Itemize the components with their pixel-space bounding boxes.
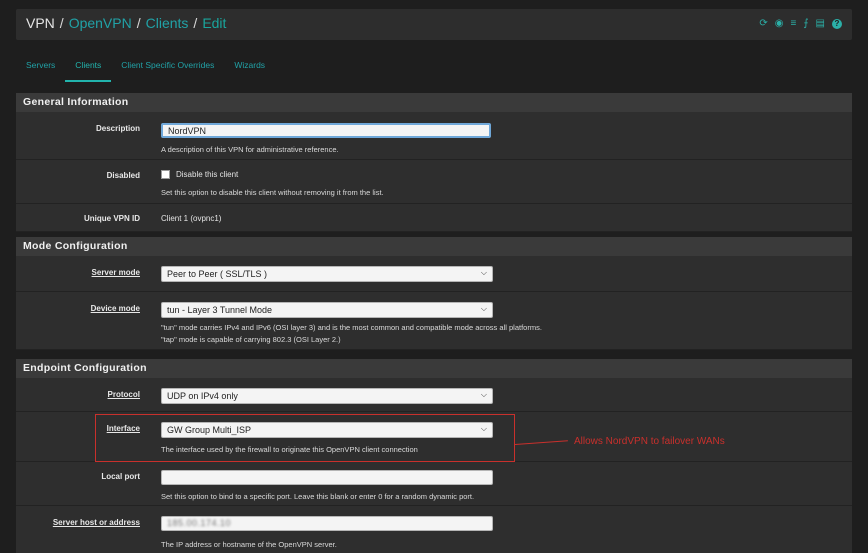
- device-mode-row: Device mode tun - Layer 3 Tunnel Mode ⌵ "…: [16, 292, 852, 350]
- toolbar-icons: ⟳ ◉ ≡ ⨍ ▤ ?: [759, 19, 842, 29]
- sliders-icon[interactable]: ≡: [790, 19, 796, 29]
- breadcrumb-edit: Edit: [202, 15, 227, 31]
- help-icon[interactable]: ?: [832, 19, 842, 29]
- tab-servers[interactable]: Servers: [16, 52, 65, 82]
- device-mode-label[interactable]: Device mode: [91, 304, 140, 313]
- breadcrumb: VPN / OpenVPN / Clients / Edit: [26, 15, 227, 31]
- disable-client-checkbox[interactable]: [161, 170, 170, 180]
- breadcrumb-openvpn[interactable]: OpenVPN: [69, 15, 132, 31]
- protocol-label[interactable]: Protocol: [108, 390, 140, 399]
- annotation-text: Allows NordVPN to failover WANs: [574, 436, 725, 447]
- disabled-label: Disabled: [106, 171, 140, 180]
- protocol-row: Protocol UDP on IPv4 only ⌵: [16, 378, 852, 412]
- breadcrumb-clients[interactable]: Clients: [146, 15, 189, 31]
- device-mode-help-tun: "tun" mode carries IPv4 and IPv6 (OSI la…: [161, 323, 542, 332]
- local-port-label: Local port: [101, 472, 140, 481]
- chevron-down-icon: ⌵: [480, 268, 487, 277]
- disabled-help: Set this option to disable this client w…: [161, 188, 384, 197]
- description-row: Description NordVPN A description of thi…: [16, 112, 852, 160]
- tab-clients[interactable]: Clients: [65, 52, 112, 82]
- local-port-help: Set this option to bind to a specific po…: [161, 492, 475, 501]
- device-mode-help-tap: "tap" mode is capable of carrying 802.3 …: [161, 335, 341, 344]
- description-help: A description of this VPN for administra…: [161, 145, 339, 154]
- server-host-label[interactable]: Server host or address: [53, 518, 140, 527]
- description-input[interactable]: NordVPN: [161, 123, 491, 138]
- chart-icon[interactable]: ⨍: [803, 19, 808, 29]
- description-label: Description: [95, 124, 140, 133]
- title-bar: VPN / OpenVPN / Clients / Edit ⟳ ◉ ≡ ⨍ ▤ ?: [16, 9, 852, 40]
- device-mode-select[interactable]: tun - Layer 3 Tunnel Mode ⌵: [161, 302, 493, 318]
- endpoint-configuration-header: Endpoint Configuration: [16, 359, 852, 378]
- server-mode-row: Server mode Peer to Peer ( SSL/TLS ) ⌵: [16, 256, 852, 292]
- server-mode-select[interactable]: Peer to Peer ( SSL/TLS ) ⌵: [161, 266, 493, 282]
- mode-configuration-header: Mode Configuration: [16, 237, 852, 256]
- breadcrumb-vpn: VPN: [26, 15, 55, 31]
- annotation-highlight-box: [95, 414, 515, 462]
- unique-id-row: Unique VPN ID Client 1 (ovpnc1): [16, 204, 852, 232]
- list-icon[interactable]: ▤: [816, 19, 825, 29]
- unique-id-value: Client 1 (ovpnc1): [161, 214, 222, 223]
- protocol-select[interactable]: UDP on IPv4 only ⌵: [161, 388, 493, 404]
- server-host-input[interactable]: 185.00.174.10: [161, 516, 493, 531]
- disable-client-checkbox-label: Disable this client: [176, 170, 239, 179]
- local-port-row: Local port Set this option to bind to a …: [16, 462, 852, 506]
- tab-bar: Servers Clients Client Specific Override…: [16, 52, 275, 82]
- reload-icon[interactable]: ⟳: [759, 19, 767, 29]
- tab-wizards[interactable]: Wizards: [224, 52, 275, 82]
- disabled-row: Disabled Disable this client Set this op…: [16, 160, 852, 204]
- server-mode-label[interactable]: Server mode: [92, 268, 140, 277]
- tab-client-specific-overrides[interactable]: Client Specific Overrides: [111, 52, 224, 82]
- local-port-input[interactable]: [161, 470, 493, 485]
- general-information-header: General Information: [16, 93, 852, 112]
- server-host-row: Server host or address 185.00.174.10 The…: [16, 506, 852, 553]
- chevron-down-icon: ⌵: [480, 390, 487, 399]
- chevron-down-icon: ⌵: [480, 304, 487, 313]
- server-host-help: The IP address or hostname of the OpenVP…: [161, 540, 337, 549]
- unique-id-label: Unique VPN ID: [83, 214, 140, 223]
- stop-icon[interactable]: ◉: [775, 19, 784, 29]
